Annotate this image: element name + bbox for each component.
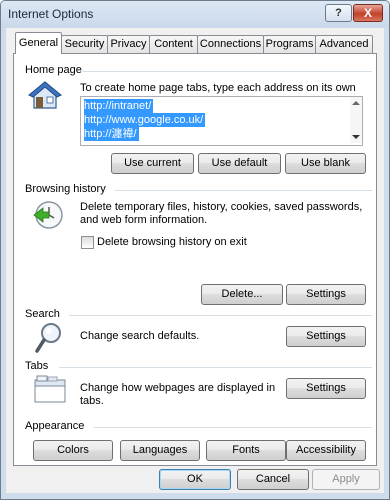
delete-history-on-exit-label[interactable]: Delete browsing history on exit (97, 235, 247, 249)
fonts-button[interactable]: Fonts (206, 440, 286, 461)
browsing-history-description-1: Delete temporary files, history, cookies… (80, 201, 363, 213)
ok-button[interactable]: OK (159, 469, 231, 490)
general-tab-panel: Home page To create home page tabs, type… (13, 53, 377, 466)
cancel-button[interactable]: Cancel (237, 469, 309, 490)
tab-programs[interactable]: Programs (263, 35, 316, 53)
window-title: Internet Options (8, 7, 94, 21)
help-button[interactable]: ? (325, 4, 352, 22)
home-page-line-2: http://www.google.co.uk/ (84, 113, 206, 127)
home-page-line-1: http://intranet/ (84, 99, 154, 113)
home-page-label: Home page (25, 64, 82, 76)
search-description: Change search defaults. (80, 330, 200, 342)
scroll-down-arrow-icon[interactable] (352, 135, 360, 139)
delete-history-on-exit-checkbox[interactable] (81, 236, 94, 249)
tabs-settings-button[interactable]: Settings (286, 378, 366, 399)
apply-button[interactable]: Apply (312, 469, 380, 490)
tabbed-window-icon (34, 375, 66, 403)
scroll-up-arrow-icon[interactable] (352, 101, 360, 105)
dialog-client-area: General Security Privacy Content Connect… (6, 28, 384, 493)
use-blank-button[interactable]: Use blank (285, 153, 366, 174)
history-settings-button[interactable]: Settings (286, 284, 366, 305)
history-clock-icon (33, 201, 63, 229)
accessibility-button[interactable]: Accessibility (286, 440, 366, 461)
appearance-label: Appearance (25, 420, 85, 432)
tabs-divider (59, 367, 372, 368)
search-label: Search (25, 308, 60, 320)
search-settings-button[interactable]: Settings (286, 326, 366, 347)
languages-button[interactable]: Languages (120, 440, 200, 461)
search-divider (69, 315, 372, 316)
delete-history-button[interactable]: Delete... (201, 284, 283, 305)
tab-security[interactable]: Security (61, 35, 108, 53)
browsing-history-divider (115, 190, 372, 191)
use-default-button[interactable]: Use default (198, 153, 281, 174)
colors-button[interactable]: Colors (33, 440, 113, 461)
tab-general[interactable]: General (15, 32, 62, 54)
tabs-description-2: tabs. (80, 395, 104, 407)
tab-connections[interactable]: Connections (197, 35, 264, 53)
textarea-scrollbar[interactable] (350, 97, 362, 143)
home-page-line-3: http://瀍禕/ (84, 127, 139, 141)
title-bar[interactable]: Internet Options ? X (1, 1, 389, 28)
tabs-description-1: Change how webpages are displayed in (80, 382, 276, 394)
use-current-button[interactable]: Use current (111, 153, 194, 174)
tab-advanced[interactable]: Advanced (315, 35, 373, 53)
search-magnifier-icon (35, 323, 61, 353)
tab-privacy[interactable]: Privacy (107, 35, 150, 53)
appearance-divider (94, 427, 372, 428)
tab-content[interactable]: Content (149, 35, 198, 53)
internet-options-dialog: Internet Options ? X General Security Pr… (0, 0, 390, 500)
home-page-divider (82, 71, 372, 72)
browsing-history-description-2: and web form information. (80, 214, 208, 226)
browsing-history-label: Browsing history (25, 183, 106, 195)
home-page-addresses-textarea[interactable]: http://intranet/ http://www.google.co.uk… (80, 96, 363, 146)
home-icon (28, 81, 62, 109)
close-button[interactable]: X (353, 4, 383, 22)
tabs-label: Tabs (25, 360, 49, 372)
